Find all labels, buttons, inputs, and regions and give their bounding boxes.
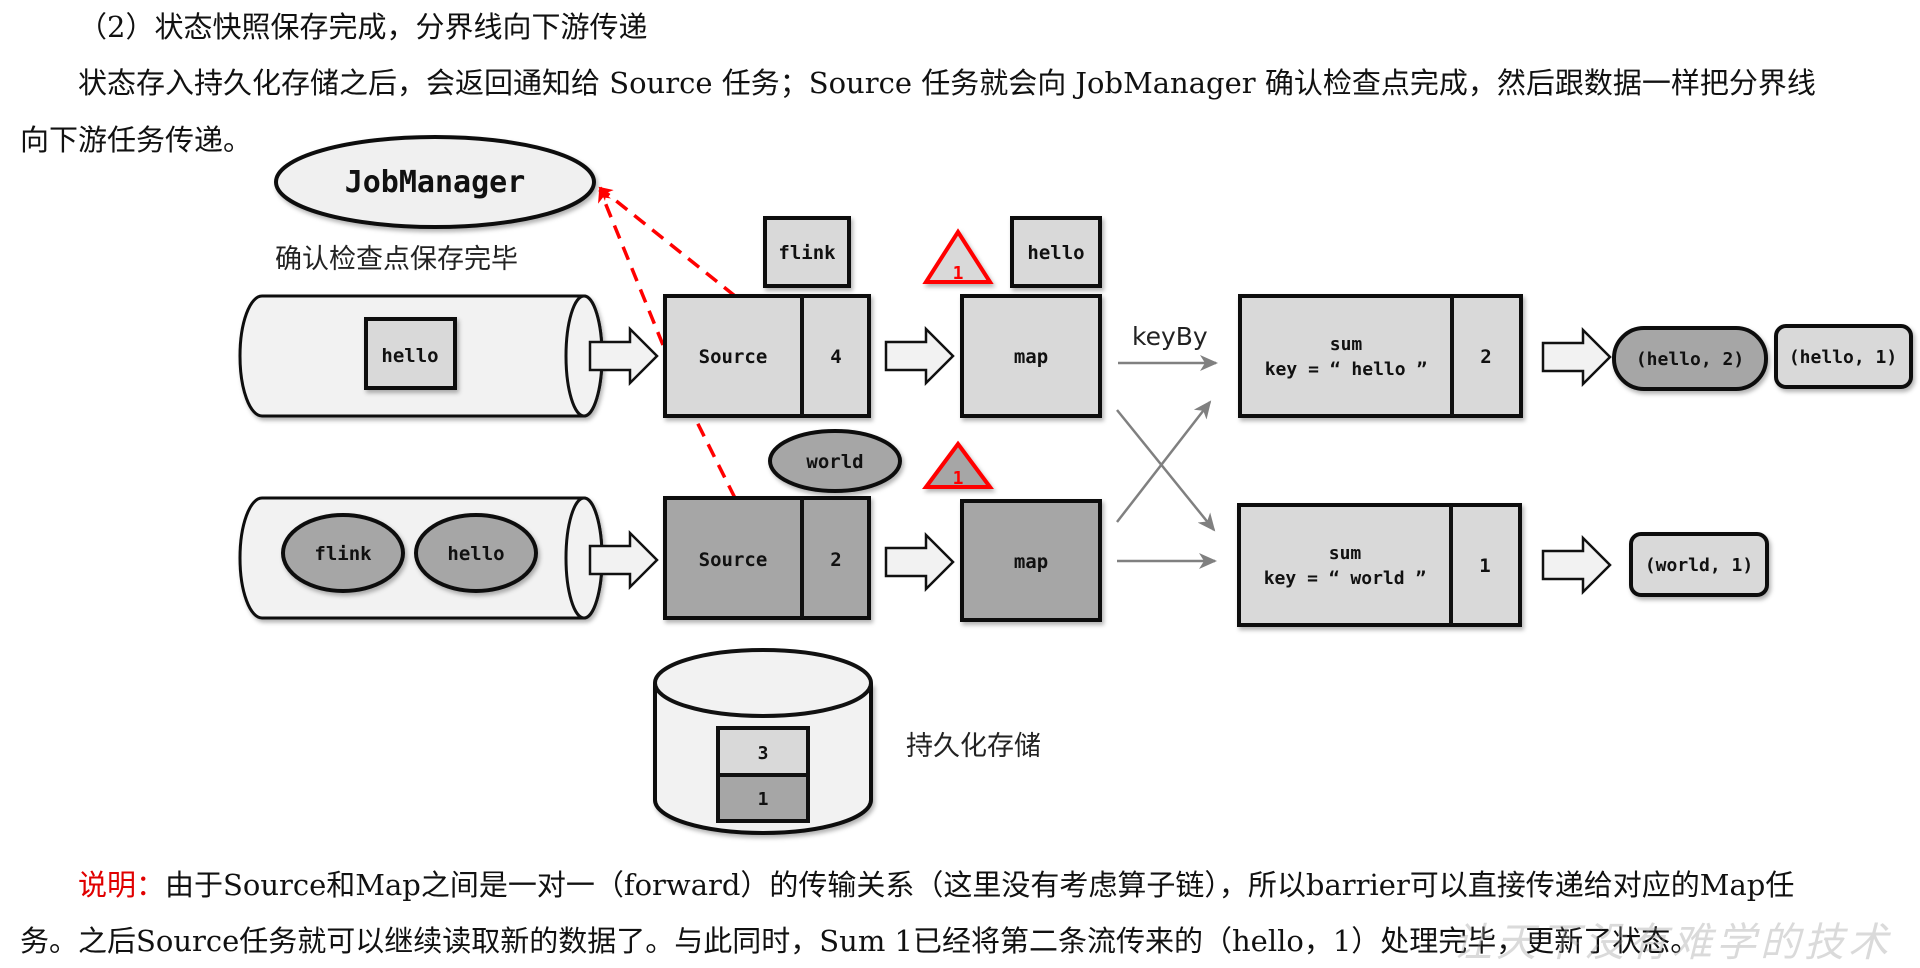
ack-label: 确认检查点保存完毕 xyxy=(275,244,518,275)
source-label: Source xyxy=(699,549,768,571)
stored-state-value: 3 xyxy=(758,743,769,764)
source-task-2: Source 2 xyxy=(663,496,871,620)
keyby-edge xyxy=(1116,400,1212,523)
input-queue-2: flink hello xyxy=(238,496,604,620)
input-queue-1: hello xyxy=(238,294,604,418)
sum-key: key = “ hello ” xyxy=(1265,359,1428,380)
source-label: Source xyxy=(699,346,768,368)
note-line-1-text: 由于Source和Map之间是一对一（forward）的传输关系（这里没有考虑算… xyxy=(165,868,1795,902)
checkpoint-diagram: JobManager 确认检查点保存完毕 hello Source 4 flin… xyxy=(238,135,1913,835)
note-label: 说明： xyxy=(78,868,166,902)
sum-task-1: sum key = “ hello ” 2 xyxy=(1238,294,1523,418)
watermark: 让天下没有难学的技术 xyxy=(1452,920,1892,966)
jobmanager-node: JobManager xyxy=(274,135,596,229)
barrier-icon: 1 xyxy=(922,228,994,284)
source-offset: 4 xyxy=(830,346,841,368)
keyby-label: keyBy xyxy=(1132,322,1208,351)
sum-task-2: sum key = “ world ” 1 xyxy=(1237,503,1522,627)
sum-state: 2 xyxy=(1480,346,1491,368)
sum-state: 1 xyxy=(1479,555,1490,577)
keyby-edge xyxy=(1116,409,1216,532)
output-record-label: (hello, 1) xyxy=(1789,347,1897,368)
flow-arrow-icon xyxy=(1541,326,1612,388)
sum-title: sum xyxy=(1330,334,1363,355)
stored-state-value: 1 xyxy=(758,789,769,810)
flow-arrow-icon xyxy=(884,325,955,387)
output-record-label: (world, 1) xyxy=(1645,555,1753,576)
source-offset: 2 xyxy=(830,549,841,571)
barrier-icon: 1 xyxy=(922,440,994,489)
note-line-2: 务。之后Source任务就可以继续读取新的数据了。与此同时，Sum 1已经将第二… xyxy=(20,924,1700,958)
map-incoming-record-label: hello xyxy=(1027,242,1084,264)
in-flight-record-1-label: flink xyxy=(778,242,836,264)
flow-arrow-icon xyxy=(1541,534,1612,596)
flow-arrow-icon xyxy=(884,531,955,593)
queue-record-label: hello xyxy=(381,345,438,367)
map-task-2-label: map xyxy=(1014,551,1048,573)
ack-arrow-source1-top xyxy=(598,186,737,298)
note-line-1: 说明：由于Source和Map之间是一对一（forward）的传输关系（这里没有… xyxy=(78,862,1794,904)
in-flight-record-2-label: world xyxy=(806,451,863,473)
output-record-label: (hello, 2) xyxy=(1636,349,1744,370)
sum-title: sum xyxy=(1329,543,1362,564)
ack-arrow-source1 xyxy=(598,188,665,346)
storage-label: 持久化存储 xyxy=(906,731,1041,762)
ack-arrow-source2 xyxy=(693,417,737,499)
map-task-1-label: map xyxy=(1014,346,1048,368)
queue-record-label: hello xyxy=(447,543,504,565)
barrier-id: 1 xyxy=(953,468,964,489)
barrier-id: 1 xyxy=(953,263,964,284)
jobmanager-label: JobManager xyxy=(345,165,526,200)
sum-key: key = “ world ” xyxy=(1264,568,1427,589)
source-task-1: Source 4 xyxy=(663,294,871,418)
queue-record-label: flink xyxy=(314,543,372,565)
persistent-storage-icon: 3 1 xyxy=(653,648,873,835)
